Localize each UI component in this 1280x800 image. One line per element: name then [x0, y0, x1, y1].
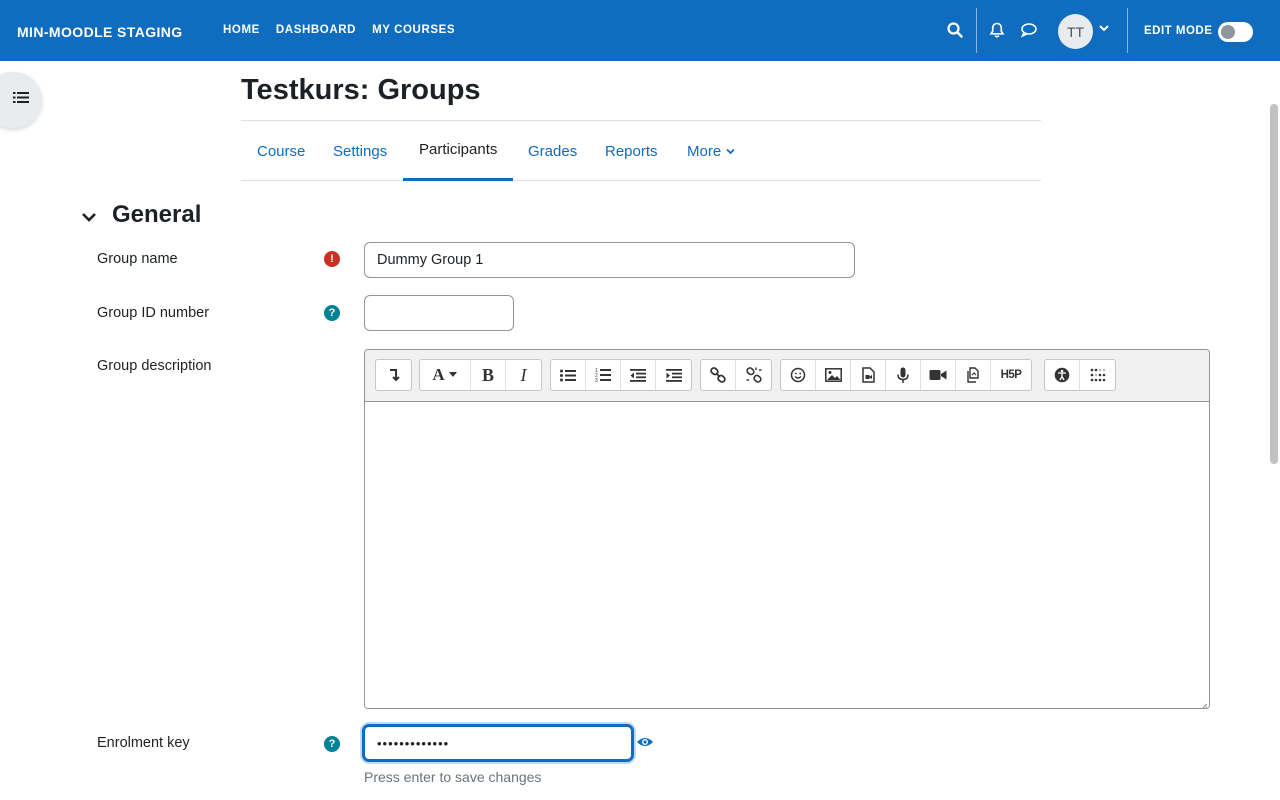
nav-dashboard[interactable]: DASHBOARD — [276, 24, 356, 36]
navbar-divider — [1127, 8, 1128, 53]
toolbar-group-style: A B I — [419, 359, 542, 391]
record-video-icon[interactable] — [921, 360, 956, 390]
indent-icon[interactable] — [656, 360, 691, 390]
group-name-label: Group name — [97, 251, 178, 267]
tab-participants[interactable]: Participants — [403, 121, 513, 181]
edit-mode-label: EDIT MODE — [1144, 25, 1213, 37]
group-id-input[interactable] — [364, 295, 514, 331]
group-description-label: Group description — [97, 358, 212, 374]
help-question-icon[interactable]: ? — [324, 305, 340, 321]
help-question-icon[interactable]: ? — [324, 736, 340, 752]
collapse-icon[interactable] — [376, 360, 411, 390]
media-file-icon[interactable] — [851, 360, 886, 390]
site-brand[interactable]: MIN-MOODLE STAGING — [17, 24, 183, 40]
toolbar-group-collapse — [375, 359, 412, 391]
tab-grades[interactable]: Grades — [512, 121, 593, 181]
page-scrollbar[interactable] — [1270, 104, 1278, 464]
user-menu-chevron-down-icon[interactable] — [1099, 23, 1109, 35]
open-course-index-button[interactable] — [0, 72, 42, 128]
h5p-icon[interactable]: H5P — [991, 360, 1031, 390]
primary-navigation: HOME DASHBOARD MY COURSES — [223, 24, 455, 36]
outdent-icon[interactable] — [621, 360, 656, 390]
italic-icon[interactable]: I — [506, 360, 541, 390]
messages-icon[interactable] — [1019, 20, 1039, 40]
editor-content-area[interactable] — [365, 402, 1209, 708]
collapse-section-chevron-icon[interactable] — [80, 208, 98, 226]
chevron-down-icon — [726, 148, 735, 155]
accessibility-checker-icon[interactable] — [1045, 360, 1080, 390]
toolbar-group-media: H5P — [780, 359, 1032, 391]
secondary-navigation: Course Settings Participants Grades Repo… — [241, 120, 1041, 181]
rich-text-editor: A B I 123 H5P — [364, 349, 1210, 709]
list-icon — [13, 91, 29, 109]
toolbar-group-accessibility — [1044, 359, 1116, 391]
toggle-knob — [1221, 25, 1235, 39]
enrolment-key-input[interactable]: ••••••••••••• — [362, 724, 634, 762]
tab-settings[interactable]: Settings — [317, 121, 403, 181]
toolbar-group-links — [700, 359, 772, 391]
group-name-input[interactable]: Dummy Group 1 — [364, 242, 855, 278]
manage-files-icon[interactable] — [956, 360, 991, 390]
nav-home[interactable]: HOME — [223, 24, 260, 36]
svg-text:3: 3 — [595, 378, 598, 382]
nav-my-courses[interactable]: MY COURSES — [372, 24, 455, 36]
page-title: Testkurs: Groups — [241, 74, 481, 106]
enrolment-key-hint: Press enter to save changes — [364, 769, 542, 785]
tab-course[interactable]: Course — [241, 121, 321, 181]
edit-mode-toggle[interactable] — [1218, 22, 1253, 42]
image-icon[interactable] — [816, 360, 851, 390]
user-avatar[interactable]: TT — [1058, 14, 1093, 49]
editor-toolbar: A B I 123 H5P — [365, 350, 1209, 402]
search-icon[interactable] — [945, 20, 965, 40]
tab-more-label: More — [687, 142, 722, 160]
tab-reports[interactable]: Reports — [589, 121, 674, 181]
toolbar-group-lists: 123 — [550, 359, 692, 391]
required-exclamation-icon: ! — [324, 251, 340, 267]
bold-icon[interactable]: B — [471, 360, 506, 390]
unlink-icon[interactable] — [736, 360, 771, 390]
unordered-list-icon[interactable] — [551, 360, 586, 390]
enrolment-key-label: Enrolment key — [97, 735, 190, 751]
notifications-bell-icon[interactable] — [987, 20, 1007, 40]
screenreader-helper-icon[interactable] — [1080, 360, 1115, 390]
section-title-general[interactable]: General — [112, 201, 201, 229]
tab-more[interactable]: More — [671, 121, 751, 181]
navbar-divider — [976, 8, 977, 53]
group-id-label: Group ID number — [97, 305, 210, 321]
resize-handle-icon[interactable] — [1199, 698, 1208, 708]
top-navbar: MIN-MOODLE STAGING HOME DASHBOARD MY COU… — [0, 0, 1280, 61]
ordered-list-icon[interactable]: 123 — [586, 360, 621, 390]
reveal-password-eye-icon[interactable] — [636, 735, 654, 749]
font-color-icon[interactable]: A — [420, 360, 471, 390]
emoji-icon[interactable] — [781, 360, 816, 390]
record-audio-icon[interactable] — [886, 360, 921, 390]
link-icon[interactable] — [701, 360, 736, 390]
